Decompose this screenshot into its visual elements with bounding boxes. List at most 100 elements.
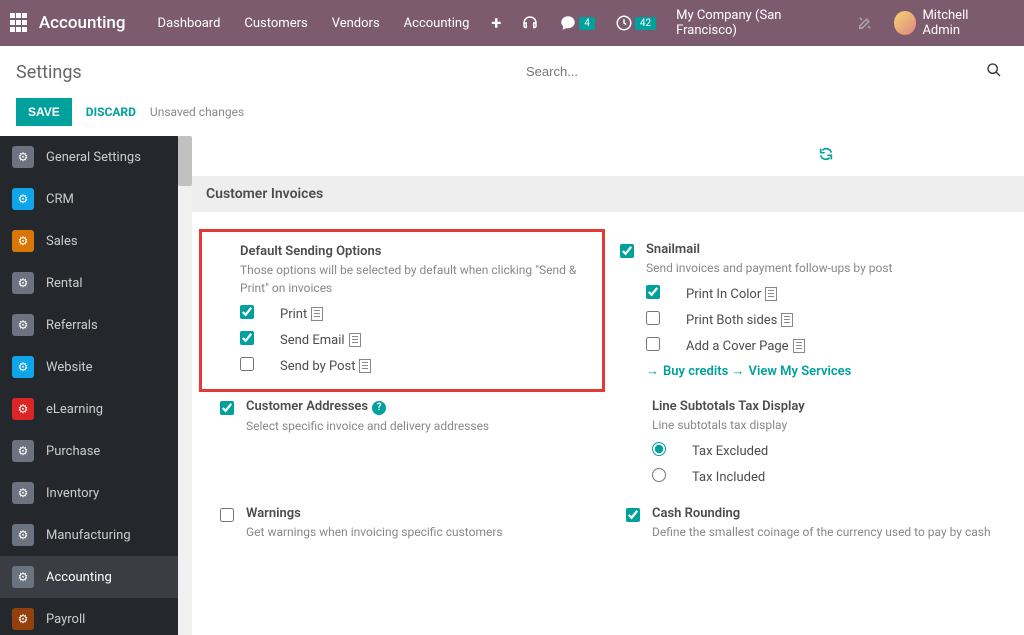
sidebar-item-referrals[interactable]: ⚙Referrals xyxy=(0,304,178,346)
block-cash-rounding: Cash Rounding Define the smallest coinag… xyxy=(608,496,1014,551)
opt-send-post-label: Send by Post xyxy=(280,359,355,374)
company-icon xyxy=(349,333,361,347)
page-title: Settings xyxy=(16,62,502,83)
top-navbar: Accounting Dashboard Customers Vendors A… xyxy=(0,0,1024,46)
sidebar-item-label: Rental xyxy=(46,276,83,291)
activities-icon[interactable]: 42 xyxy=(615,14,656,32)
tools-icon[interactable] xyxy=(856,14,874,32)
sidebar: ⚙General Settings⚙CRM⚙Sales⚙Rental⚙Refer… xyxy=(0,136,178,635)
sidebar-item-label: Sales xyxy=(46,234,78,249)
snailmail-title: Snailmail xyxy=(646,242,990,257)
sidebar-item-purchase[interactable]: ⚙ Purchase xyxy=(0,430,178,472)
addresses-checkbox[interactable] xyxy=(220,401,234,415)
avatar xyxy=(894,11,917,35)
messages-badge: 4 xyxy=(579,17,595,30)
content-area: Customer Invoices Default Sending Option… xyxy=(192,136,1024,635)
company-selector[interactable]: My Company (San Francisco) xyxy=(666,8,846,38)
sidebar-item-icon: ⚙ xyxy=(12,482,34,504)
sidebar-item-icon: ⚙ xyxy=(12,188,34,210)
sidebar-item-label: General Settings xyxy=(46,150,141,165)
search-box xyxy=(522,58,1008,86)
addresses-desc: Select specific invoice and delivery add… xyxy=(246,417,590,435)
snailmail-desc: Send invoices and payment follow-ups by … xyxy=(646,259,990,277)
block-snailmail: Snailmail Send invoices and payment foll… xyxy=(602,232,1008,389)
sidebar-item-icon: ⚙ xyxy=(12,398,34,420)
block-tax-display: Line Subtotals Tax Display Line subtotal… xyxy=(608,389,1014,496)
menu-accounting[interactable]: Accounting xyxy=(392,16,482,31)
sidebar-item-icon: ⚙ xyxy=(12,272,34,294)
unsaved-label: Unsaved changes xyxy=(150,105,244,119)
opt-send-email-checkbox[interactable] xyxy=(240,331,254,345)
button-row: SAVE DISCARD Unsaved changes xyxy=(0,94,1024,136)
sidebar-item-general-settings[interactable]: ⚙General Settings xyxy=(0,136,178,178)
block-customer-addresses: Customer Addresses? Select specific invo… xyxy=(202,389,608,496)
opt-both-sides-checkbox[interactable] xyxy=(646,311,660,325)
opt-both-sides-label: Print Both sides xyxy=(686,313,777,328)
sidebar-item-label: Inventory xyxy=(46,486,99,501)
sidebar-item-elearning[interactable]: ⚙ eLearning xyxy=(0,388,178,430)
sidebar-scrollbar[interactable] xyxy=(178,136,192,635)
sidebar-item-label: Referrals xyxy=(46,318,98,333)
sidebar-item-label: Purchase xyxy=(46,444,100,459)
opt-print-color-label: Print In Color xyxy=(686,287,761,302)
opt-print-color-checkbox[interactable] xyxy=(646,285,660,299)
sidebar-item-website[interactable]: ⚙Website xyxy=(0,346,178,388)
opt-send-post-checkbox[interactable] xyxy=(240,357,254,371)
sidebar-item-label: CRM xyxy=(46,192,74,207)
refresh-icon[interactable] xyxy=(818,146,834,162)
radio-tax-included[interactable] xyxy=(652,468,666,482)
menu-dashboard[interactable]: Dashboard xyxy=(146,16,233,31)
save-button[interactable]: SAVE xyxy=(16,98,72,126)
snailmail-checkbox[interactable] xyxy=(620,244,634,258)
opt-cover-page-label: Add a Cover Page xyxy=(686,339,789,354)
opt-cover-page-checkbox[interactable] xyxy=(646,337,660,351)
sidebar-item-accounting[interactable]: ⚙Accounting xyxy=(0,556,178,598)
block-warnings: Warnings Get warnings when invoicing spe… xyxy=(202,496,608,551)
sidebar-item-payroll[interactable]: ⚙ Payroll xyxy=(0,598,178,635)
company-icon xyxy=(359,359,371,373)
link-buy-credits[interactable]: →Buy credits xyxy=(646,363,728,379)
sending-title: Default Sending Options xyxy=(240,244,590,259)
radio-tax-excluded[interactable] xyxy=(652,442,666,456)
user-name: Mitchell Admin xyxy=(922,8,1004,38)
block-default-sending: Default Sending Options Those options wi… xyxy=(199,229,605,392)
sidebar-item-inventory[interactable]: ⚙ Inventory xyxy=(0,472,178,514)
help-icon[interactable]: ? xyxy=(372,401,386,415)
opt-print-checkbox[interactable] xyxy=(240,305,254,319)
sidebar-item-label: Website xyxy=(46,360,93,375)
main-row: ⚙General Settings⚙CRM⚙Sales⚙Rental⚙Refer… xyxy=(0,136,1024,635)
warnings-checkbox[interactable] xyxy=(220,508,234,522)
sidebar-item-label: Accounting xyxy=(46,570,112,585)
opt-send-email-label: Send Email xyxy=(280,333,345,348)
sidebar-item-sales[interactable]: ⚙Sales xyxy=(0,220,178,262)
menu-customers[interactable]: Customers xyxy=(232,16,319,31)
support-icon[interactable] xyxy=(521,14,539,32)
search-icon[interactable] xyxy=(986,62,1002,78)
section-header: Customer Invoices xyxy=(192,176,1024,212)
sidebar-item-icon: ⚙ xyxy=(12,608,34,630)
menu-vendors[interactable]: Vendors xyxy=(320,16,392,31)
sending-desc: Those options will be selected by defaul… xyxy=(240,261,590,297)
sidebar-item-icon: ⚙ xyxy=(12,440,34,462)
menu-plus-icon[interactable]: + xyxy=(481,13,511,34)
rounding-checkbox[interactable] xyxy=(626,508,640,522)
user-menu[interactable]: Mitchell Admin xyxy=(894,8,1004,38)
search-input[interactable] xyxy=(522,58,1008,86)
sidebar-item-label: Payroll xyxy=(46,612,85,627)
warnings-desc: Get warnings when invoicing specific cus… xyxy=(246,523,590,541)
sidebar-item-rental[interactable]: ⚙ Rental xyxy=(0,262,178,304)
apps-icon[interactable] xyxy=(10,13,29,33)
tax-title: Line Subtotals Tax Display xyxy=(652,399,996,414)
company-icon xyxy=(765,287,777,301)
app-name[interactable]: Accounting xyxy=(39,13,126,33)
sidebar-item-label: eLearning xyxy=(46,402,103,417)
discard-button[interactable]: DISCARD xyxy=(86,105,136,119)
control-bar: Settings xyxy=(0,46,1024,94)
sidebar-item-crm[interactable]: ⚙ CRM xyxy=(0,178,178,220)
company-icon xyxy=(793,339,805,353)
link-view-services[interactable]: →View My Services xyxy=(732,363,852,379)
messages-icon[interactable]: 4 xyxy=(559,14,595,32)
sidebar-item-manufacturing[interactable]: ⚙Manufacturing xyxy=(0,514,178,556)
sidebar-item-icon: ⚙ xyxy=(12,524,34,546)
settings-grid: Default Sending Options Those options wi… xyxy=(192,212,1024,571)
